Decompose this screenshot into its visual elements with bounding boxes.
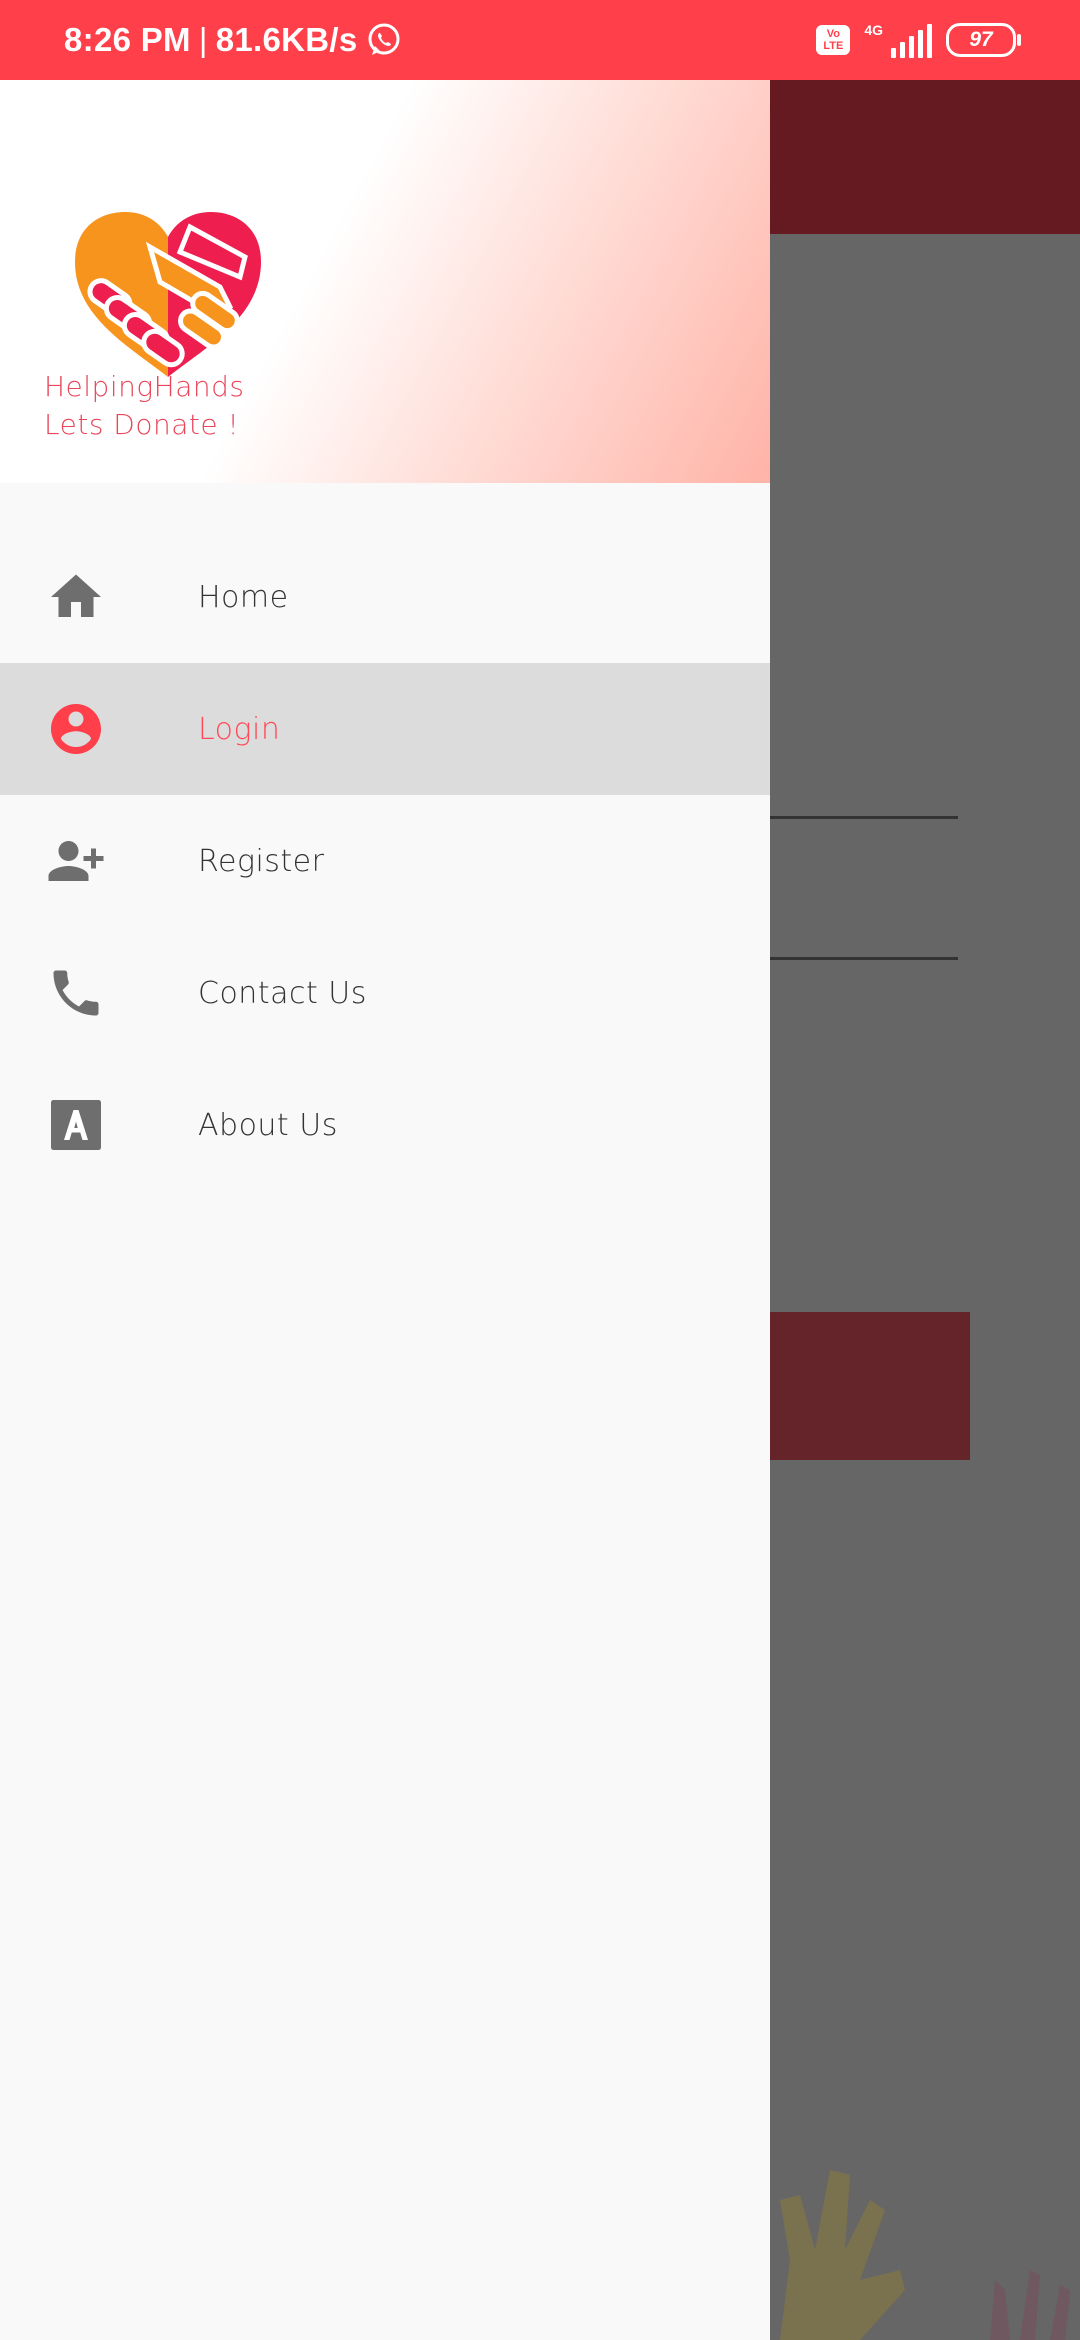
brand-name: HelpingHands	[44, 370, 245, 403]
account-circle-icon	[51, 704, 101, 754]
signal-bar	[900, 42, 905, 58]
input-underline	[770, 957, 958, 960]
person-add-icon	[48, 841, 104, 881]
brand-tagline: Lets Donate !	[44, 408, 240, 441]
menu-item-label: Register	[198, 843, 325, 879]
signal-icon: 4G	[864, 22, 932, 58]
menu-item-login[interactable]: Login	[0, 663, 770, 795]
signal-bar	[909, 36, 914, 58]
drawer-menu: Home Login Register Contact Us About Us	[0, 531, 770, 1191]
drawer-header: HelpingHands Lets Donate !	[0, 80, 770, 483]
menu-item-about[interactable]: About Us	[0, 1059, 770, 1191]
menu-item-register[interactable]: Register	[0, 795, 770, 927]
menu-item-contact[interactable]: Contact Us	[0, 927, 770, 1059]
brand-text: HelpingHands Lets Donate !	[44, 368, 244, 444]
status-bar: 8:26 PM | 81.6KB/s Vo LTE 4G 97	[0, 0, 1080, 80]
phone-icon	[53, 970, 99, 1016]
battery-icon: 97	[946, 23, 1021, 57]
signal-bar	[927, 24, 932, 58]
status-left: 8:26 PM | 81.6KB/s	[64, 0, 402, 80]
letter-a-icon	[51, 1100, 101, 1150]
status-right: Vo LTE 4G 97	[816, 0, 1021, 80]
whatsapp-icon	[368, 23, 400, 55]
status-time: 8:26 PM	[64, 21, 191, 58]
signal-bar	[891, 48, 896, 58]
menu-item-label: Home	[198, 579, 289, 615]
home-icon	[51, 574, 101, 617]
battery-level: 97	[969, 28, 993, 51]
menu-item-label: About Us	[198, 1107, 338, 1143]
network-type: 4G	[864, 22, 883, 38]
network-speed: 81.6KB/s	[215, 21, 358, 58]
menu-item-home[interactable]: Home	[0, 531, 770, 663]
menu-item-label: Contact Us	[198, 975, 367, 1011]
navigation-drawer: HelpingHands Lets Donate ! Home Login Re…	[0, 80, 770, 2340]
volte-top: Vo	[826, 28, 840, 40]
menu-item-label: Login	[198, 711, 281, 747]
hands-decoration-icon	[780, 2170, 1070, 2340]
volte-bottom: LTE	[823, 40, 844, 52]
status-separator: |	[198, 21, 208, 58]
signal-bar	[918, 30, 923, 58]
volte-icon: Vo LTE	[816, 25, 851, 55]
input-underline	[770, 816, 958, 819]
